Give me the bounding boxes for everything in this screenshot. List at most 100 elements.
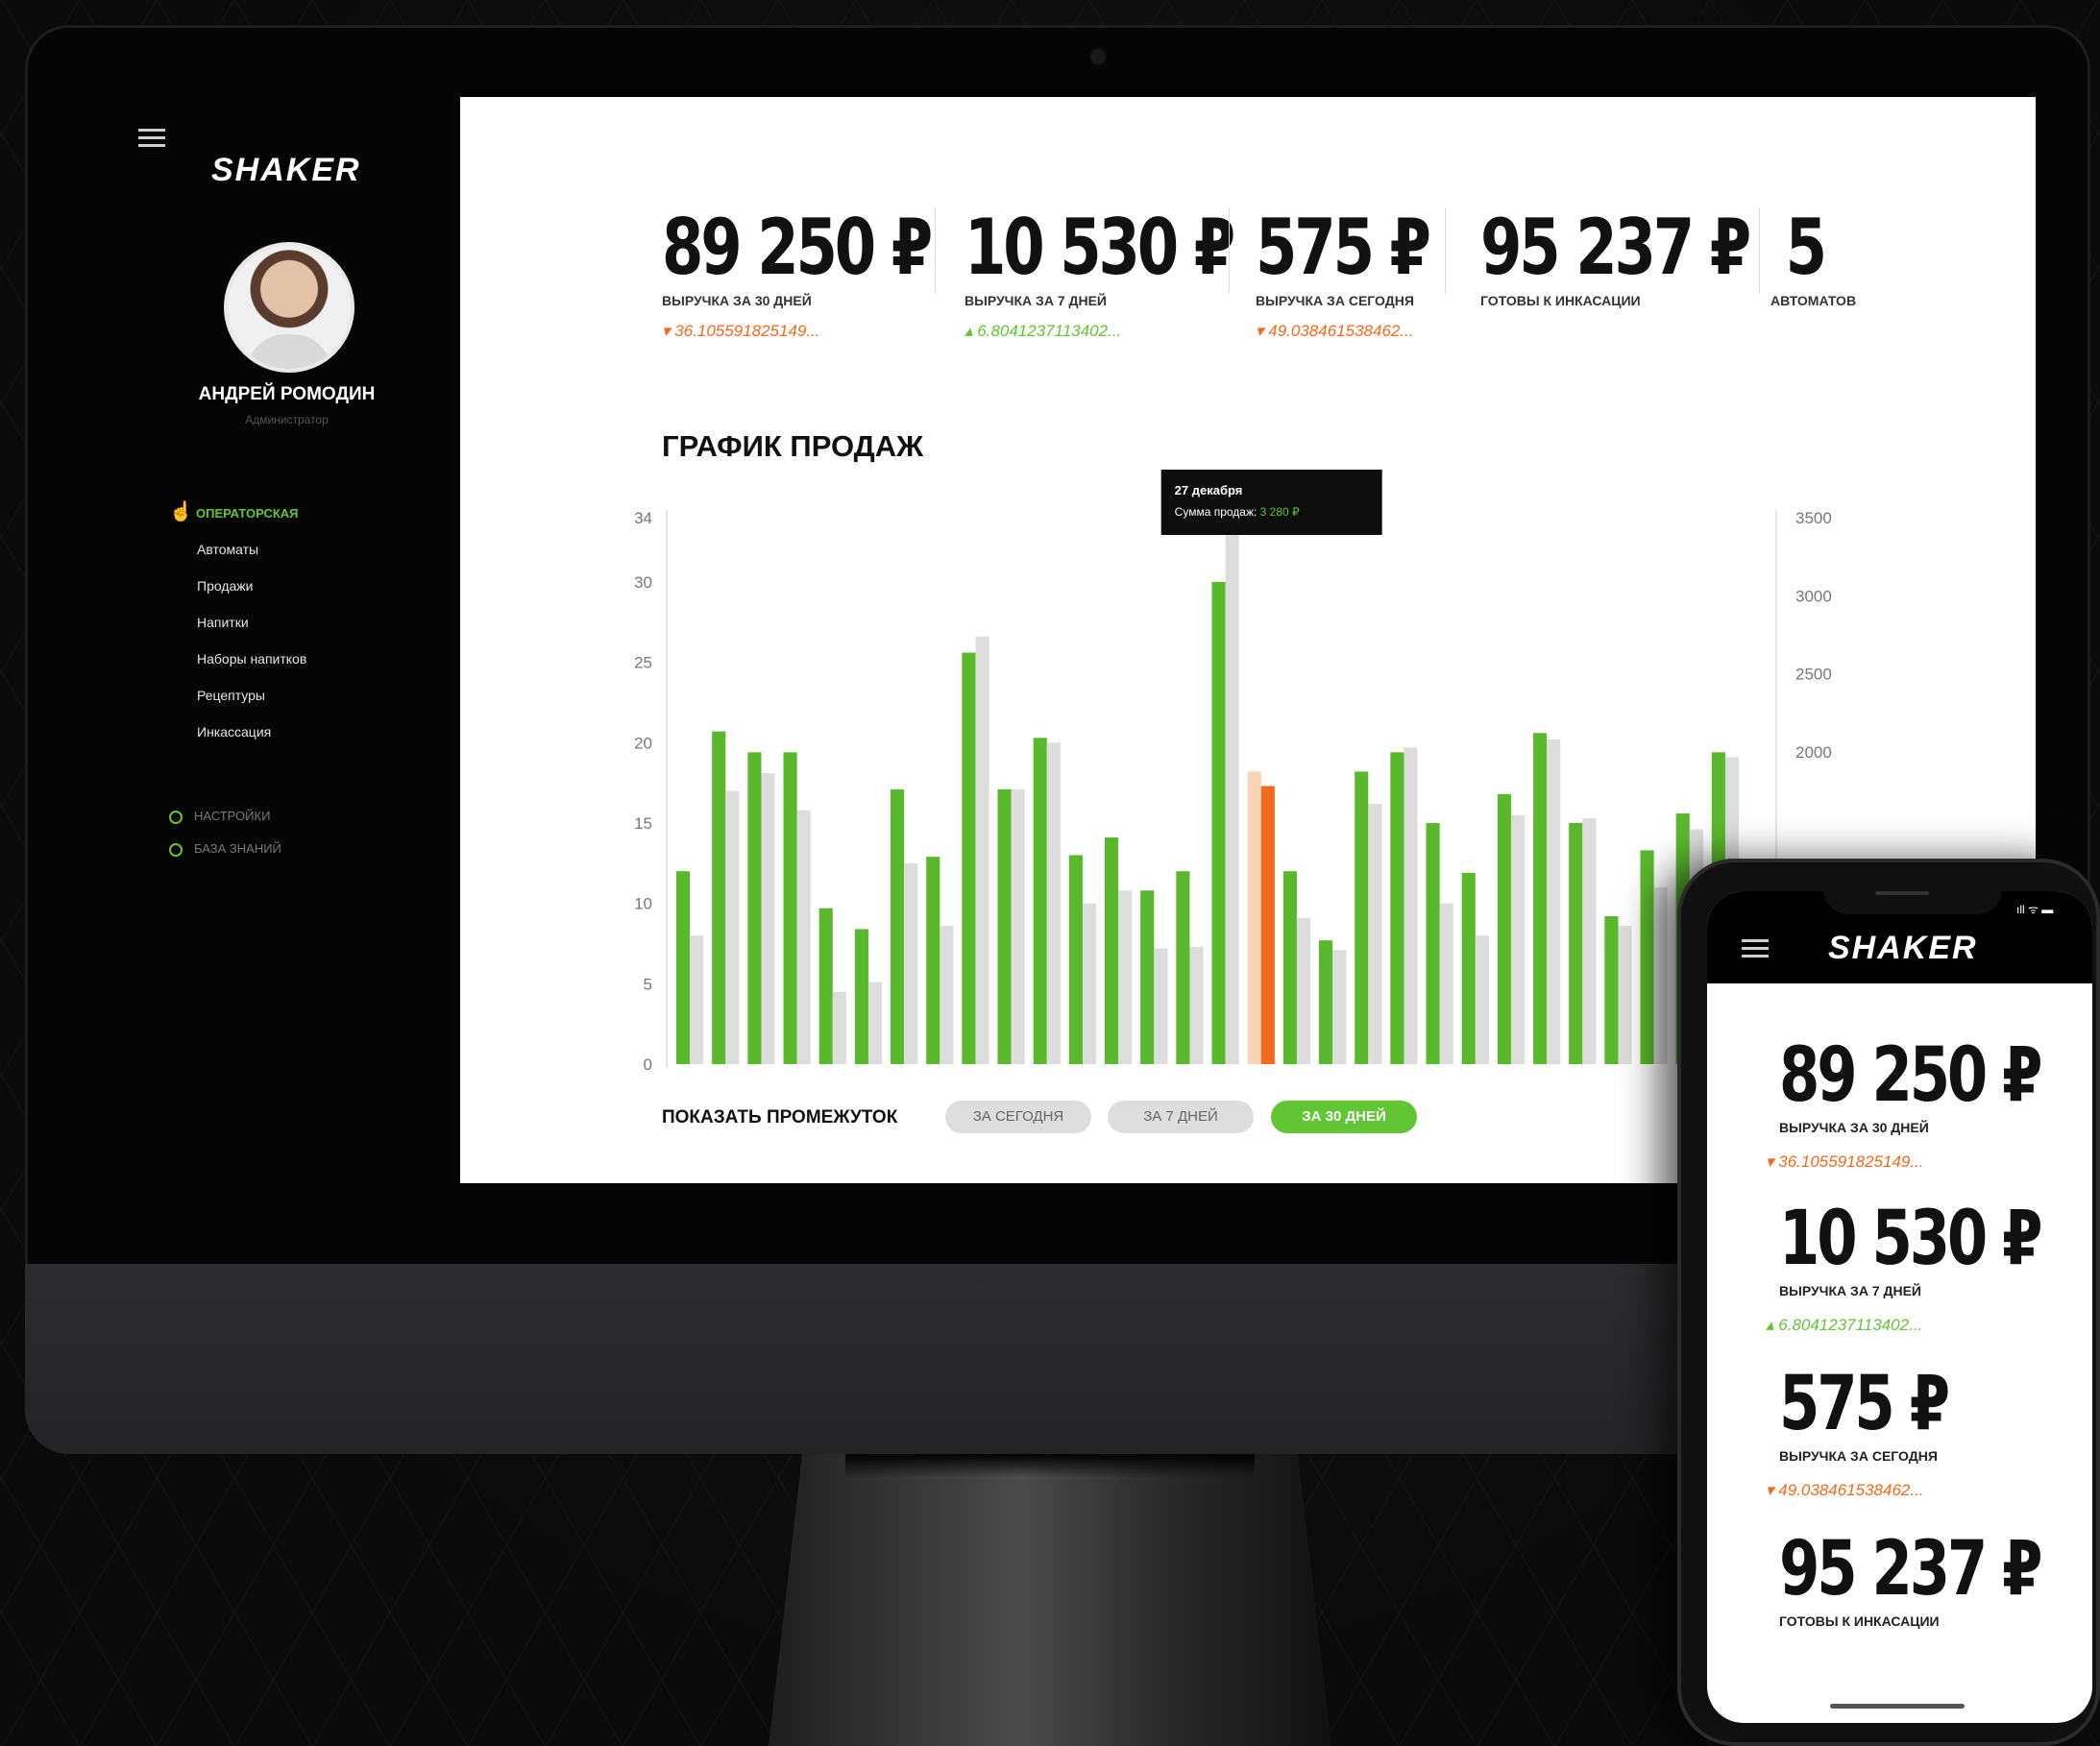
sidebar-item-recipes[interactable]: Рецептуры: [197, 688, 265, 703]
kpi-value: 95 237 ₽: [1779, 1526, 2043, 1613]
chart-bar: [1082, 903, 1097, 1064]
range-label: ПОКАЗАТЬ ПРОМЕЖУТОК: [662, 1107, 898, 1128]
chart-bar: [1296, 917, 1311, 1064]
range-30d-button[interactable]: ЗА 30 ДНЕЙ: [1271, 1101, 1417, 1133]
chart-bar: [1154, 948, 1168, 1064]
phone-kpi-ready-collection: 95 237 ₽ ГОТОВЫ К ИНКАСАЦИИ: [1779, 1529, 2092, 1629]
chart-bar: [1618, 926, 1632, 1064]
phone-speaker: [1875, 891, 1929, 895]
knowledge-base-link[interactable]: БАЗА ЗНАНИЙ: [169, 841, 281, 857]
settings-label: НАСТРОЙКИ: [194, 809, 271, 823]
knowledge-base-icon: [169, 842, 183, 857]
chart-bar: [1211, 581, 1226, 1064]
sidebar-item-sales[interactable]: Продажи: [197, 578, 253, 594]
chart-bar: [867, 982, 883, 1064]
chart-bar: [940, 926, 954, 1064]
phone-menu-icon[interactable]: [1742, 939, 1769, 962]
chart-bar: [1653, 886, 1668, 1064]
chart-bar: [1176, 871, 1190, 1064]
chart-bar: [891, 788, 905, 1064]
chart-bar: [1533, 733, 1548, 1064]
chart-bar: [690, 935, 704, 1064]
brand-logo: SHAKER: [211, 152, 361, 188]
phone-kpi-revenue-7d: 10 530 ₽ ВЫРУЧКА ЗА 7 ДНЕЙ ▴ 6.804123711…: [1766, 1196, 2092, 1335]
chart-bar: [747, 752, 762, 1064]
avatar: [224, 242, 354, 373]
chart-bar: [1282, 871, 1297, 1064]
y-tick-label: 10: [634, 895, 652, 913]
tooltip-sum: Сумма продаж: 3 280 ₽: [1175, 505, 1300, 519]
range-7d-button[interactable]: ЗА 7 ДНЕЙ: [1108, 1101, 1254, 1133]
chart-bar: [1332, 950, 1347, 1064]
home-indicator[interactable]: [1830, 1704, 1965, 1709]
kpi-value: 575 ₽: [1779, 1361, 1950, 1447]
chart-bar: [1475, 935, 1489, 1064]
sidebar-item-collection[interactable]: Инкассация: [197, 724, 271, 740]
kpi-label: ВЫРУЧКА ЗА 7 ДНЕЙ: [1779, 1283, 1921, 1298]
sidebar: SHAKER АНДРЕЙ РОМОДИН Администратор ☝ ОП…: [25, 96, 438, 1152]
chart-bar: [712, 731, 726, 1064]
kpi-label: ГОТОВЫ К ИНКАСАЦИИ: [1779, 1613, 1940, 1629]
chart-bar: [1247, 771, 1261, 1064]
chart-bar: [1582, 817, 1597, 1064]
chart-bar: [1355, 771, 1369, 1064]
kpi-value: 10 530 ₽: [1779, 1196, 2043, 1282]
sidebar-item-drinks[interactable]: Напитки: [197, 615, 249, 630]
y-tick-label-right: 2500: [1795, 666, 1832, 684]
chart-bar: [1569, 822, 1583, 1064]
range-today-button[interactable]: ЗА СЕГОДНЯ: [945, 1101, 1091, 1133]
user-name: АНДРЕЙ РОМОДИН: [198, 384, 376, 404]
phone-kpi-revenue-30d: 89 250 ₽ ВЫРУЧКА ЗА 30 ДНЕЙ ▾ 36.1055918…: [1766, 1032, 2092, 1172]
chart-bar: [854, 929, 868, 1064]
chart-bar: [1439, 903, 1453, 1064]
kpi-value: 89 250 ₽: [1779, 1032, 2043, 1119]
y-tick-label: 0: [644, 1055, 652, 1074]
chart-bar: [975, 636, 989, 1064]
chart-bar: [1105, 837, 1119, 1064]
status-icons: ıll ᯤ ▬: [2016, 903, 2054, 916]
knowledge-base-label: БАЗА ЗНАНИЙ: [194, 841, 281, 856]
chart-bar: [1011, 788, 1025, 1064]
y-tick-label: 20: [634, 734, 652, 752]
y-tick-label-right: 2000: [1795, 743, 1832, 762]
chart-bar: [997, 788, 1012, 1064]
chart-bar: [1118, 890, 1133, 1064]
camera: [1091, 50, 1105, 63]
chart-bar: [1510, 814, 1526, 1064]
chart-bar: [1426, 822, 1440, 1064]
settings-link[interactable]: НАСТРОЙКИ: [169, 809, 270, 824]
kpi-delta: ▴ 6.8041237113402...: [1766, 1316, 1923, 1334]
tooltip-date: 27 декабря: [1175, 483, 1243, 497]
monitor-stand: [769, 1454, 1331, 1746]
phone-brand-logo: SHAKER: [1828, 930, 1978, 966]
chart-bar: [962, 652, 976, 1064]
menu-icon[interactable]: [138, 129, 165, 152]
kpi-delta: ▾ 36.105591825149...: [1766, 1152, 1924, 1171]
stand-shadow: [845, 1454, 1255, 1477]
y-tick-label-right: 3000: [1795, 587, 1832, 605]
chart-bar: [1140, 890, 1155, 1064]
chart-bar: [1046, 742, 1061, 1064]
chart-bar: [783, 752, 797, 1064]
chart-bar: [1390, 752, 1404, 1064]
chart-bar: [1319, 940, 1333, 1064]
chart-bar: [1497, 793, 1511, 1064]
sidebar-item-drink-sets[interactable]: Наборы напитков: [197, 651, 306, 667]
kpi-label: ВЫРУЧКА ЗА СЕГОДНЯ: [1779, 1448, 1938, 1464]
y-tick-label: 15: [634, 814, 652, 833]
chart-tooltip: [1160, 470, 1382, 535]
chart-bar: [1547, 739, 1561, 1064]
y-tick-label-right: 3500: [1795, 509, 1832, 527]
chart-bar: [1368, 803, 1382, 1064]
sidebar-section-operator[interactable]: ОПЕРАТОРСКАЯ: [196, 506, 299, 521]
y-tick-label: 34: [634, 509, 652, 527]
chart-bar: [1604, 916, 1619, 1064]
phone-screen: ıll ᯤ ▬ SHAKER 89 250 ₽ ВЫРУЧКА ЗА 30 ДН…: [1707, 891, 2092, 1723]
chart-bar: [818, 908, 833, 1064]
y-tick-label: 5: [644, 975, 652, 993]
phone-kpi-revenue-today: 575 ₽ ВЫРУЧКА ЗА СЕГОДНЯ ▾ 49.0384615384…: [1766, 1361, 1994, 1500]
chart-bar: [1461, 872, 1476, 1064]
sidebar-item-machines[interactable]: Автоматы: [197, 542, 258, 557]
chart-bar: [926, 857, 940, 1064]
chart-bar: [1225, 518, 1239, 1064]
